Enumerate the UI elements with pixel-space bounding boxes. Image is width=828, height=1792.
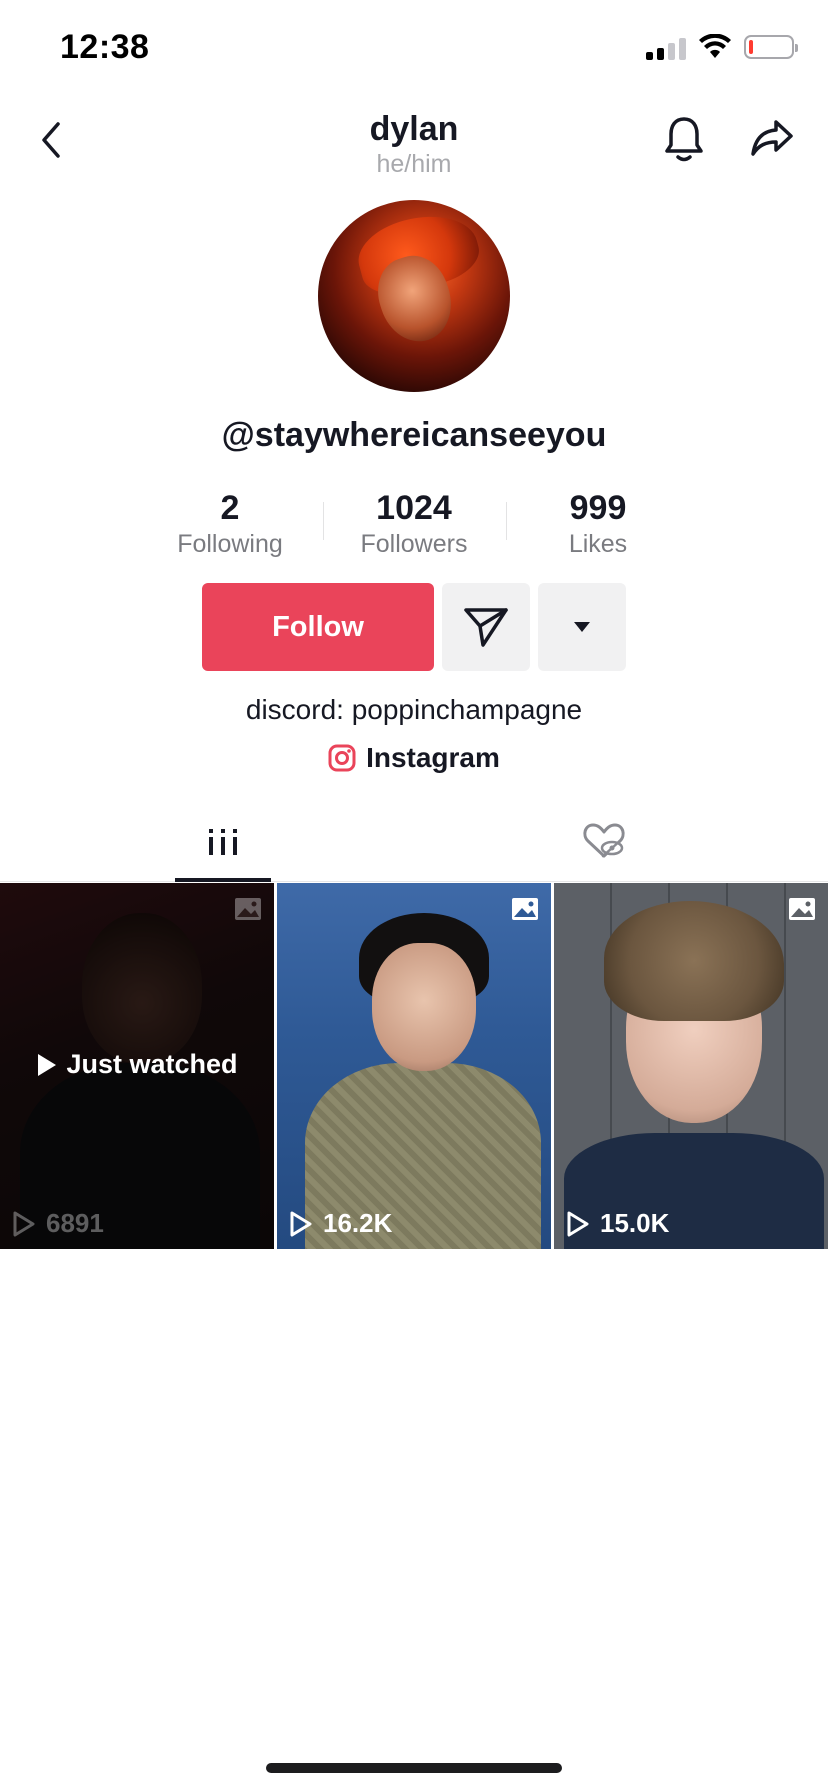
status-bar: 12:38: [0, 0, 828, 100]
profile-stats: 2 Following 1024 Followers 999 Likes: [0, 488, 828, 562]
caret-down-icon: [574, 622, 590, 632]
send-icon: [464, 608, 508, 647]
status-indicators: [646, 34, 798, 60]
bio-text: discord: poppinchampagne: [245, 694, 583, 725]
share-arrow-icon: [751, 120, 793, 156]
notifications-button[interactable]: [660, 112, 708, 166]
view-count: 15.0K: [566, 1208, 669, 1239]
photo-icon: [235, 898, 261, 920]
thumbnail-subject: [604, 901, 784, 1021]
stat-value: 999: [569, 489, 627, 527]
stat-value: 1024: [376, 489, 452, 527]
grid-icon: [209, 829, 237, 855]
view-count-value: 6891: [46, 1208, 104, 1238]
profile-tabs: [0, 800, 828, 882]
stat-followers[interactable]: 1024 Followers: [334, 488, 494, 560]
stat-label: Following: [177, 530, 283, 558]
view-count: 16.2K: [289, 1208, 392, 1239]
thumbnail-subject: [372, 943, 476, 1071]
bell-icon: [665, 117, 703, 162]
photo-icon: [789, 898, 815, 920]
just-watched-text: Just watched: [66, 1049, 238, 1079]
stat-label: Followers: [360, 530, 468, 558]
stat-following[interactable]: 2 Following: [150, 488, 310, 560]
username: @staywhereicanseeyou: [221, 416, 607, 454]
instagram-icon: [328, 744, 356, 772]
suggested-accounts-button[interactable]: [538, 583, 626, 671]
photo-icon: [512, 898, 538, 920]
stat-label: Likes: [568, 530, 628, 558]
stat-likes[interactable]: 999 Likes: [518, 488, 678, 560]
just-watched-label: Just watched: [0, 1049, 274, 1080]
view-count: 6891: [12, 1208, 104, 1239]
battery-icon: [744, 35, 798, 59]
play-outline-icon: [567, 1211, 589, 1236]
instagram-link[interactable]: Instagram: [0, 742, 828, 774]
stat-value: 2: [220, 489, 240, 527]
cellular-signal-icon: [646, 34, 686, 60]
stat-divider: [506, 502, 507, 540]
video-grid: Just watched 6891 16.2K 15.0K: [0, 883, 828, 1249]
video-thumbnail[interactable]: 15.0K: [554, 883, 828, 1249]
play-outline-icon: [13, 1211, 35, 1236]
message-button[interactable]: [442, 583, 530, 671]
video-thumbnail[interactable]: 16.2K: [277, 883, 551, 1249]
status-time: 12:38: [60, 28, 150, 66]
play-icon: [38, 1053, 57, 1076]
home-indicator: [266, 1763, 562, 1773]
avatar[interactable]: [318, 200, 510, 392]
video-thumbnail[interactable]: Just watched 6891: [0, 883, 274, 1249]
follow-button[interactable]: Follow: [202, 583, 434, 671]
stat-divider: [323, 502, 324, 540]
hidden-likes-icon: [583, 823, 625, 858]
play-outline-icon: [290, 1211, 312, 1236]
battery-level: [749, 40, 753, 54]
tab-videos[interactable]: [175, 800, 271, 882]
view-count-value: 16.2K: [323, 1208, 393, 1238]
tab-liked[interactable]: [556, 800, 652, 882]
wifi-icon: [699, 34, 731, 58]
share-profile-button[interactable]: [748, 114, 796, 162]
top-nav: dylan he/him: [0, 100, 828, 200]
instagram-label: Instagram: [366, 742, 500, 773]
active-tab-indicator: [175, 878, 271, 882]
view-count-value: 15.0K: [600, 1208, 670, 1238]
